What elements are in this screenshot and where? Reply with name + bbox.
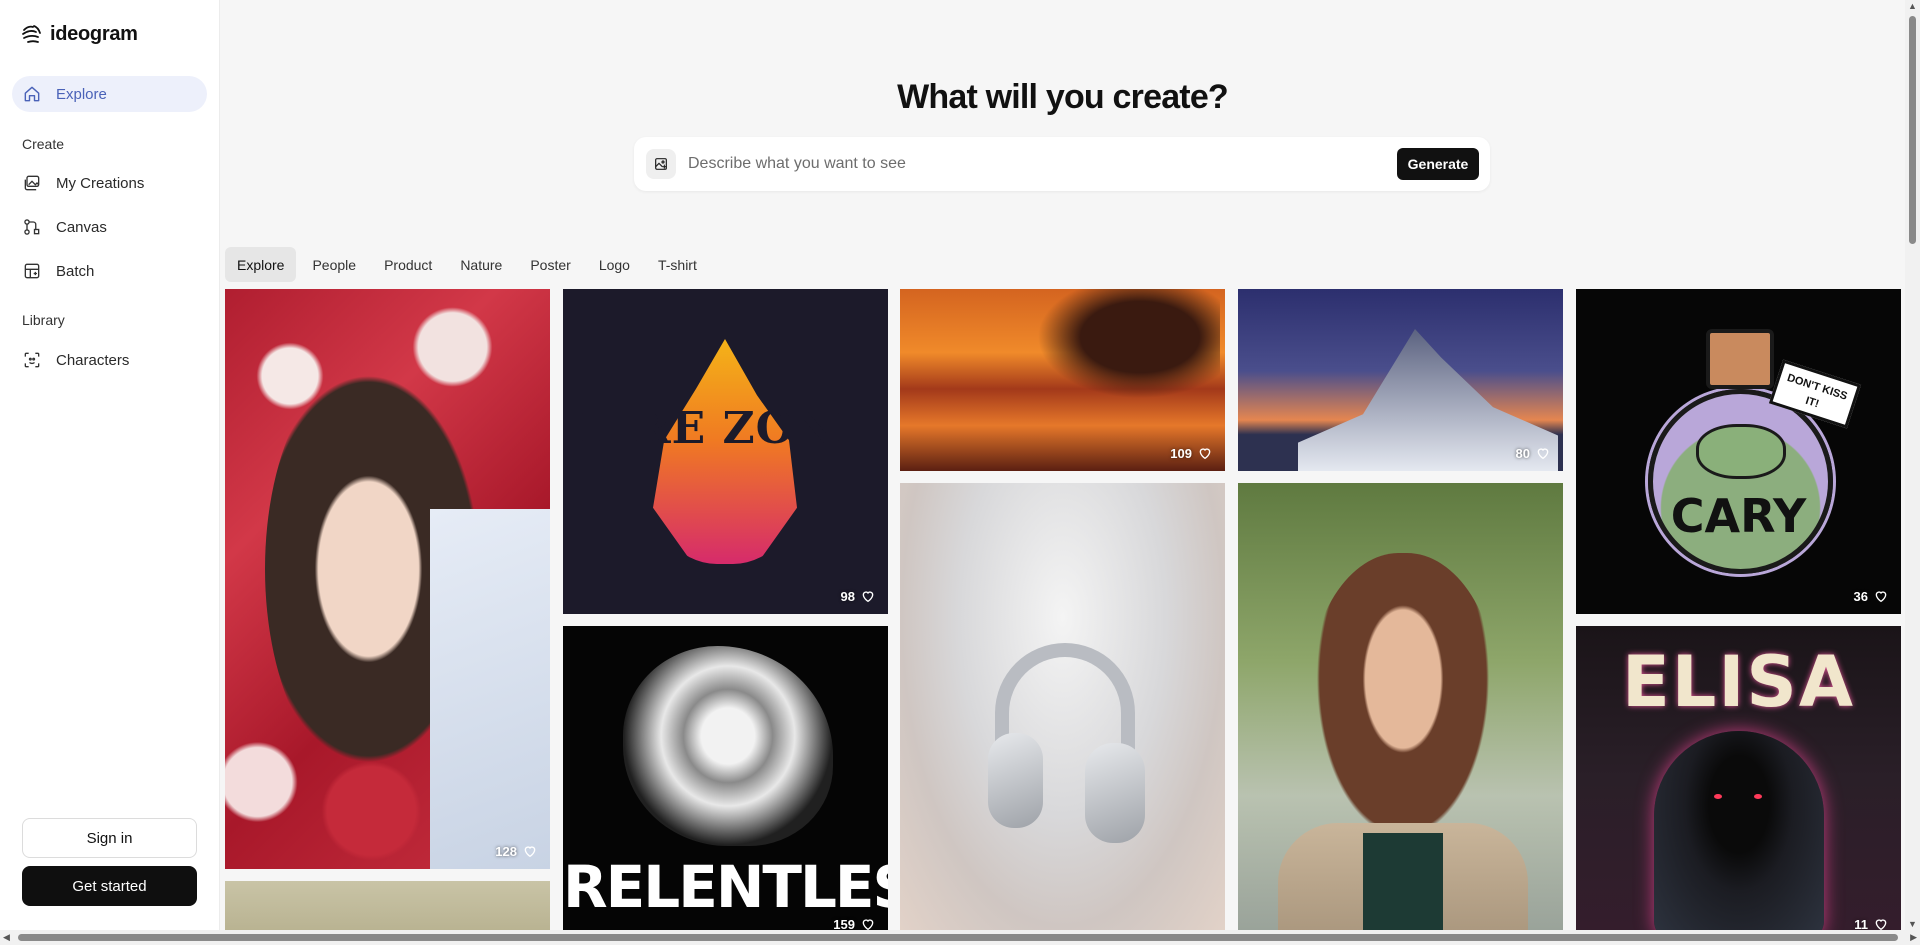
scroll-down-icon[interactable]: ▼ — [1908, 919, 1917, 929]
gallery-card-snowy-mountain[interactable]: 80 — [1238, 289, 1563, 471]
sidebar-item-explore[interactable]: Explore — [12, 76, 207, 112]
category-tabs: Explore People Product Nature Poster Log… — [225, 247, 709, 282]
like-count[interactable]: 80 — [1516, 445, 1551, 461]
like-count[interactable]: 98 — [841, 588, 876, 604]
section-label-library: Library — [22, 312, 65, 328]
elisa-text: ELISA — [1621, 641, 1856, 723]
batch-icon — [24, 263, 40, 279]
heart-icon — [862, 919, 874, 930]
image-upload-button[interactable] — [646, 149, 676, 179]
gallery-card-extra-bottom[interactable] — [225, 881, 550, 930]
tab-poster[interactable]: Poster — [518, 247, 582, 282]
heart-icon — [1537, 448, 1549, 460]
sidebar-item-label: Batch — [56, 262, 95, 280]
sidebar-item-batch[interactable]: Batch — [12, 253, 207, 289]
red-eye-right — [1754, 794, 1762, 799]
sidebar-item-label: Explore — [56, 85, 107, 103]
potion-flask — [1648, 389, 1833, 574]
headphone-cup-left — [988, 733, 1043, 828]
tab-t-shirt[interactable]: T-shirt — [646, 247, 709, 282]
scroll-left-icon[interactable]: ◀ — [3, 932, 10, 943]
heart-icon — [524, 846, 536, 858]
gallery-card-sunset-tree[interactable]: 109 — [900, 289, 1225, 471]
sidebar-item-label: My Creations — [56, 174, 145, 192]
image-add-icon — [655, 158, 667, 170]
get-started-button[interactable]: Get started — [22, 866, 197, 906]
like-count[interactable]: 11 — [1854, 916, 1889, 930]
sidebar-item-label: Canvas — [56, 218, 107, 236]
section-label-create: Create — [22, 136, 65, 152]
tab-nature[interactable]: Nature — [448, 247, 514, 282]
scroll-up-icon[interactable]: ▲ — [1908, 1, 1917, 11]
portrait-figure — [1308, 553, 1498, 853]
sidebar-item-my-creations[interactable]: My Creations — [12, 165, 207, 201]
vertical-scrollbar[interactable]: ▲ ▼ — [1905, 0, 1920, 930]
heart-icon — [1199, 448, 1211, 460]
ideogram-logo-icon — [22, 25, 41, 43]
brand-logo[interactable]: ideogram — [20, 22, 138, 46]
heart-icon — [1875, 591, 1887, 603]
tab-logo[interactable]: Logo — [587, 247, 642, 282]
home-icon — [24, 86, 40, 102]
shirt-shape — [1363, 833, 1443, 930]
gallery-card-woman-portrait[interactable] — [1238, 483, 1563, 930]
gallery-card-headphones[interactable] — [900, 483, 1225, 930]
gallery-card-fire-zone[interactable]: FIRE ZONE 98 — [563, 289, 888, 614]
bull-illustration — [623, 646, 833, 846]
gallery-card-woman-roses[interactable]: 128 — [225, 289, 550, 869]
horizontal-scrollbar[interactable]: ◀ ▶ — [0, 930, 1920, 945]
heart-icon — [1875, 919, 1887, 930]
brand-name: ideogram — [50, 22, 138, 45]
scroll-right-icon[interactable]: ▶ — [1910, 932, 1917, 943]
cary-text: CARY — [1670, 489, 1807, 543]
like-count[interactable]: 36 — [1854, 588, 1889, 604]
sidebar: ideogram Explore Create My Creations Can… — [0, 0, 220, 945]
sidebar-item-canvas[interactable]: Canvas — [12, 209, 207, 245]
images-icon — [24, 175, 40, 191]
hooded-figure — [1654, 731, 1824, 930]
sidebar-item-label: Characters — [56, 351, 130, 369]
gallery-card-elisa[interactable]: ELISA 11 — [1576, 626, 1901, 930]
prompt-input[interactable] — [688, 149, 1368, 179]
like-count[interactable]: 128 — [495, 843, 538, 859]
page-headline: What will you create? — [897, 78, 1229, 116]
generate-button[interactable]: Generate — [1397, 148, 1479, 180]
gallery-card-relentless[interactable]: RELENTLESS 159 — [563, 626, 888, 930]
sign-in-button[interactable]: Sign in — [22, 818, 197, 858]
gallery-card-cary-potion[interactable]: CARY DON'T KISS IT! 36 — [1576, 289, 1901, 614]
tab-people[interactable]: People — [300, 247, 368, 282]
tab-product[interactable]: Product — [372, 247, 444, 282]
tab-explore[interactable]: Explore — [225, 247, 297, 282]
like-count[interactable]: 109 — [1170, 445, 1213, 461]
relentless-text: RELENTLESS — [563, 853, 888, 921]
canvas-icon — [24, 219, 40, 235]
prompt-bar: Generate — [634, 137, 1490, 191]
white-shirt-shape — [430, 509, 550, 869]
heart-icon — [862, 591, 874, 603]
flask-cork — [1706, 329, 1774, 389]
horizontal-scroll-thumb[interactable] — [18, 934, 1898, 941]
red-eye-left — [1714, 794, 1722, 799]
tree-silhouette — [1020, 289, 1220, 409]
frog-head — [1696, 424, 1786, 479]
characters-icon — [24, 352, 40, 368]
headphone-cup-right — [1085, 743, 1145, 843]
sidebar-item-characters[interactable]: Characters — [12, 342, 207, 378]
vertical-scroll-thumb[interactable] — [1909, 16, 1916, 244]
like-count[interactable]: 159 — [833, 916, 876, 930]
fire-zone-logo-text: FIRE ZONE — [580, 403, 871, 454]
